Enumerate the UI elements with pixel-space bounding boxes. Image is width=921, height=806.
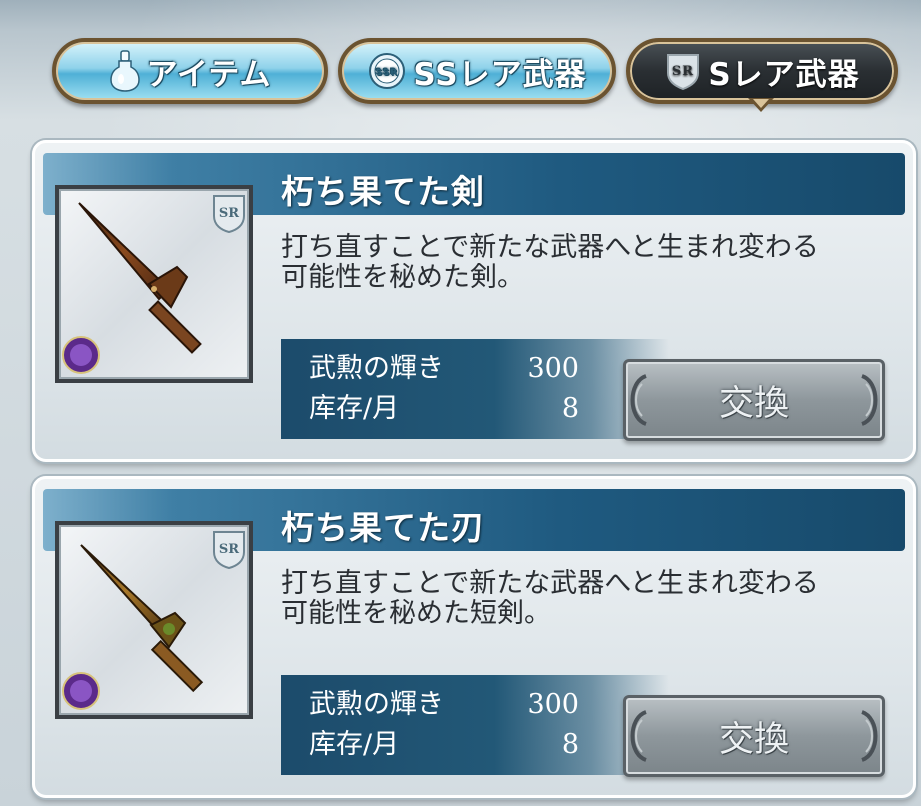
stock-row: 库存/月 8 bbox=[309, 389, 579, 429]
rarity-text: SR bbox=[219, 542, 239, 557]
shop-item-card: 朽ち果てた剣 SR 打ち直すことで新たな武器へと生まれ変わる 可能性を秘めた剣。… bbox=[32, 140, 916, 462]
item-thumbnail[interactable]: SR bbox=[55, 521, 253, 719]
tab-sr-weapons[interactable]: SR Sレア武器 bbox=[626, 38, 898, 104]
stock-label: 库存/月 bbox=[309, 393, 400, 424]
ssr-badge-icon: SSR bbox=[367, 51, 407, 91]
cost-value: 300 bbox=[527, 689, 579, 720]
rarity-badge: SR bbox=[211, 529, 247, 571]
ssr-badge-text: SSR bbox=[376, 68, 399, 78]
cost-row: 武勲の輝き 300 bbox=[309, 349, 579, 389]
stock-label: 库存/月 bbox=[309, 729, 400, 760]
item-description: 打ち直すことで新たな武器へと生まれ変わる 可能性を秘めた短剣。 bbox=[281, 569, 901, 629]
item-name: 朽ち果てた剣 bbox=[281, 172, 485, 211]
item-stats-panel: 武勲の輝き 300 库存/月 8 bbox=[281, 675, 669, 775]
stock-value: 8 bbox=[561, 729, 579, 760]
exchange-label: 交換 bbox=[718, 383, 789, 424]
shop-item-card: 朽ち果てた刃 SR 打ち直すことで新たな武器へと生まれ変わる 可能性を秘めた短剣… bbox=[32, 476, 916, 798]
item-description-line: 打ち直すことで新たな武器へと生まれ変わる bbox=[281, 232, 819, 263]
item-description-line: 可能性を秘めた短剣。 bbox=[281, 598, 551, 629]
item-description-line: 可能性を秘めた剣。 bbox=[281, 262, 524, 293]
dark-element-icon bbox=[61, 671, 101, 711]
cost-label: 武勲の輝き bbox=[309, 689, 444, 720]
exchange-button[interactable]: 交換 bbox=[623, 695, 885, 777]
tab-items-label: アイテム bbox=[146, 56, 272, 93]
sr-badge-icon: SR bbox=[664, 51, 702, 91]
rarity-text: SR bbox=[219, 206, 239, 221]
ornament-right-icon bbox=[861, 374, 878, 426]
cost-label: 武勲の輝き bbox=[309, 353, 444, 384]
stock-value: 8 bbox=[561, 393, 579, 424]
ornament-right-icon bbox=[861, 710, 878, 762]
item-description: 打ち直すことで新たな武器へと生まれ変わる 可能性を秘めた剣。 bbox=[281, 233, 901, 293]
ornament-left-icon bbox=[630, 710, 647, 762]
exchange-button[interactable]: 交換 bbox=[623, 359, 885, 441]
cost-value: 300 bbox=[527, 353, 579, 384]
exchange-label: 交換 bbox=[718, 719, 789, 760]
potion-icon bbox=[109, 49, 141, 93]
item-thumbnail[interactable]: SR bbox=[55, 185, 253, 383]
ornament-left-icon bbox=[630, 374, 647, 426]
sr-badge-text: SR bbox=[672, 64, 694, 79]
dark-element-icon bbox=[61, 335, 101, 375]
rarity-badge: SR bbox=[211, 193, 247, 235]
tab-ssr-weapons-label: SSレア武器 bbox=[413, 56, 587, 93]
item-stats-panel: 武勲の輝き 300 库存/月 8 bbox=[281, 339, 669, 439]
item-name: 朽ち果てた刃 bbox=[281, 508, 485, 547]
stock-row: 库存/月 8 bbox=[309, 725, 579, 765]
tab-ssr-weapons[interactable]: SSR SSレア武器 bbox=[338, 38, 616, 104]
tab-items[interactable]: アイテム bbox=[52, 38, 328, 104]
cost-row: 武勲の輝き 300 bbox=[309, 685, 579, 725]
tab-sr-weapons-label: Sレア武器 bbox=[708, 56, 860, 93]
active-tab-pointer-icon bbox=[748, 98, 774, 112]
item-description-line: 打ち直すことで新たな武器へと生まれ変わる bbox=[281, 568, 819, 599]
